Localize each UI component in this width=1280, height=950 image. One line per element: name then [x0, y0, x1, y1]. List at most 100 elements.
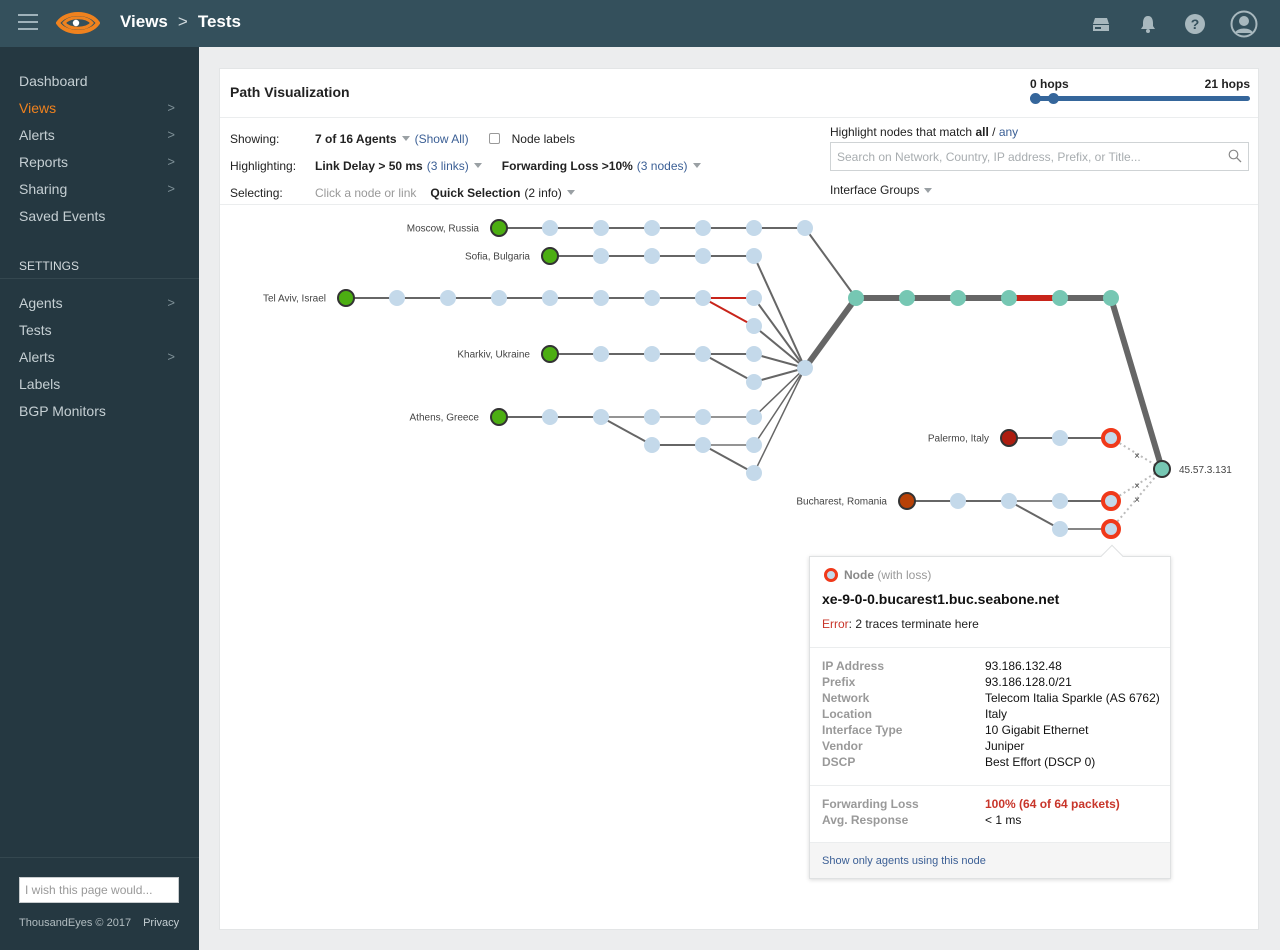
hop-node[interactable]: [695, 248, 711, 264]
hop-node[interactable]: [644, 346, 660, 362]
loss-node[interactable]: [1103, 493, 1119, 509]
loss-node[interactable]: [1103, 521, 1119, 537]
sidebar-item-sharing[interactable]: Sharing>: [0, 175, 199, 202]
agent-node[interactable]: [491, 220, 507, 236]
shared-hop-node[interactable]: [899, 290, 915, 306]
node-labels-checkbox[interactable]: [489, 133, 500, 144]
hop-node[interactable]: [746, 374, 762, 390]
hop-node[interactable]: [1001, 493, 1017, 509]
hop-node[interactable]: [644, 290, 660, 306]
shared-hop-node[interactable]: [848, 290, 864, 306]
shared-hop-node[interactable]: [1001, 290, 1017, 306]
hop-node[interactable]: [746, 409, 762, 425]
agent-node[interactable]: [542, 248, 558, 264]
controls: Showing: 7 of 16 Agents (Show All) Node …: [230, 125, 701, 206]
shared-hop-node[interactable]: [1103, 290, 1119, 306]
hop-node[interactable]: [593, 248, 609, 264]
hop-node[interactable]: [593, 220, 609, 236]
agent-node[interactable]: [1001, 430, 1017, 446]
link-delay-count[interactable]: (3 links): [427, 159, 469, 173]
bell-icon[interactable]: [1136, 12, 1160, 36]
server-icon[interactable]: [1089, 12, 1113, 36]
sidebar-item-dashboard[interactable]: Dashboard: [0, 67, 199, 94]
sidebar-item-bgp-monitors[interactable]: BGP Monitors: [0, 397, 199, 424]
hop-node[interactable]: [1052, 521, 1068, 537]
feedback-input[interactable]: [19, 877, 179, 903]
svg-text:?: ?: [1191, 16, 1200, 32]
help-icon[interactable]: ?: [1183, 12, 1207, 36]
search-box: [830, 142, 1249, 171]
caret-down-icon[interactable]: [693, 163, 701, 168]
show-all-link[interactable]: (Show All): [415, 132, 469, 146]
hop-node[interactable]: [746, 318, 762, 334]
hop-node[interactable]: [695, 437, 711, 453]
hop-node[interactable]: [440, 290, 456, 306]
forwarding-loss-count[interactable]: (3 nodes): [637, 159, 688, 173]
hamburger-icon[interactable]: [18, 14, 38, 30]
show-only-agents-link[interactable]: Show only agents using this node: [822, 855, 986, 867]
sidebar-item-labels[interactable]: Labels: [0, 370, 199, 397]
hop-node[interactable]: [695, 346, 711, 362]
sidebar-item-settings-alerts[interactable]: Alerts>: [0, 343, 199, 370]
user-avatar-icon[interactable]: [1230, 10, 1258, 38]
caret-down-icon[interactable]: [474, 163, 482, 168]
hops-slider-track[interactable]: [1030, 96, 1250, 101]
sidebar-item-saved-events[interactable]: Saved Events: [0, 202, 199, 229]
hop-node[interactable]: [1052, 493, 1068, 509]
quick-selection-dropdown[interactable]: Quick Selection: [430, 186, 520, 200]
breadcrumb-views[interactable]: Views: [120, 12, 168, 32]
loss-node[interactable]: [1103, 430, 1119, 446]
hop-node[interactable]: [1052, 430, 1068, 446]
sidebar-item-agents[interactable]: Agents>: [0, 289, 199, 316]
caret-down-icon[interactable]: [567, 190, 575, 195]
hop-node[interactable]: [644, 437, 660, 453]
search-input[interactable]: [831, 143, 1221, 170]
privacy-link[interactable]: Privacy: [143, 917, 179, 929]
sidebar-item-alerts[interactable]: Alerts>: [0, 121, 199, 148]
hop-node[interactable]: [644, 409, 660, 425]
hop-node[interactable]: [797, 220, 813, 236]
sidebar-item-tests[interactable]: Tests: [0, 316, 199, 343]
shared-hop-node[interactable]: [950, 290, 966, 306]
hop-node[interactable]: [491, 290, 507, 306]
hop-node[interactable]: [389, 290, 405, 306]
hop-node[interactable]: [746, 465, 762, 481]
match-all-option[interactable]: all: [975, 125, 988, 139]
hop-node[interactable]: [593, 409, 609, 425]
hop-node[interactable]: [695, 220, 711, 236]
hop-node[interactable]: [542, 290, 558, 306]
agent-node[interactable]: [899, 493, 915, 509]
interface-groups-dropdown[interactable]: Interface Groups: [830, 183, 932, 197]
agent-node[interactable]: [542, 346, 558, 362]
caret-down-icon[interactable]: [402, 136, 410, 141]
hop-node[interactable]: [746, 248, 762, 264]
hop-node[interactable]: [542, 409, 558, 425]
hops-slider-handle-low[interactable]: [1030, 93, 1041, 104]
agents-dropdown[interactable]: 7 of 16 Agents: [315, 132, 397, 146]
destination-node[interactable]: [1154, 461, 1170, 477]
hop-node[interactable]: [746, 220, 762, 236]
agent-node[interactable]: [491, 409, 507, 425]
hop-node[interactable]: [695, 290, 711, 306]
forwarding-loss-dropdown[interactable]: Forwarding Loss >10%: [502, 159, 633, 173]
link-delay-dropdown[interactable]: Link Delay > 50 ms: [315, 159, 423, 173]
hop-node[interactable]: [644, 248, 660, 264]
hop-node[interactable]: [644, 220, 660, 236]
hop-node[interactable]: [746, 437, 762, 453]
hop-node[interactable]: [542, 220, 558, 236]
hop-node[interactable]: [950, 493, 966, 509]
agent-node[interactable]: [338, 290, 354, 306]
sidebar-item-views[interactable]: Views>: [0, 94, 199, 121]
hop-node[interactable]: [593, 290, 609, 306]
hops-slider-handle-high[interactable]: [1048, 93, 1059, 104]
search-icon[interactable]: [1228, 149, 1242, 163]
hop-node[interactable]: [695, 409, 711, 425]
hop-node[interactable]: [746, 290, 762, 306]
sidebar-item-reports[interactable]: Reports>: [0, 148, 199, 175]
hop-node[interactable]: [593, 346, 609, 362]
match-any-option[interactable]: any: [999, 125, 1018, 139]
shared-hop-node[interactable]: [1052, 290, 1068, 306]
hop-node[interactable]: [746, 346, 762, 362]
eye-logo-icon[interactable]: [56, 9, 100, 37]
hop-node[interactable]: [797, 360, 813, 376]
